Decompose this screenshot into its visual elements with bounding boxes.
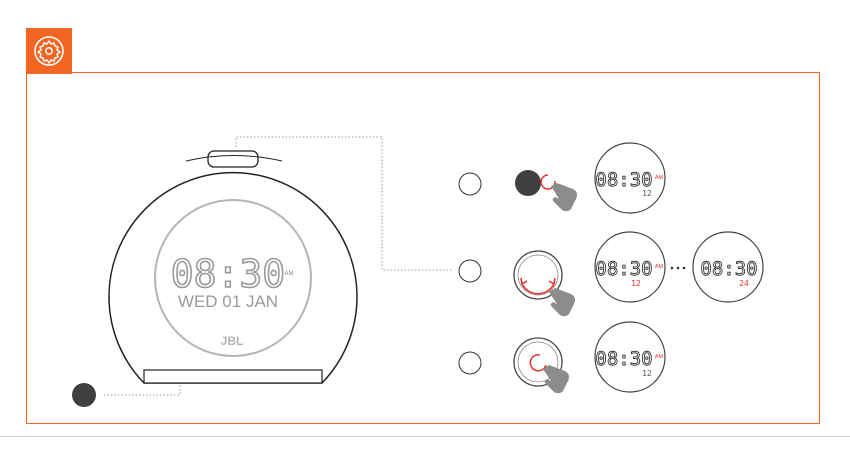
connector-line-bottom (104, 383, 181, 396)
step1-time: 08:30 (595, 169, 652, 191)
step3-format: 12 (642, 369, 652, 378)
display-bubble-step3: 08:30 AM 12 (594, 321, 666, 393)
device-date: WED 01 JAN (178, 292, 278, 311)
display-bubble-step1: 08:30 AM 12 (594, 142, 666, 214)
ellipsis-dots (670, 266, 686, 270)
step-marker-1 (458, 172, 482, 196)
step2-format: 12 (631, 279, 641, 288)
display-bubble-step2: 08:30 AM 12 (594, 231, 666, 303)
press-button-hand-icon (515, 170, 577, 212)
step1-ampm: AM (655, 175, 664, 181)
step2-alt-time: 08:30 (700, 258, 757, 280)
setup-diagram: 08:30 AM WED 01 JAN JBL 08:30 AM 12 08:3… (72, 136, 764, 407)
step1-format: 12 (642, 189, 652, 198)
display-bubble-step2-alt: 08:30 24 (692, 231, 764, 303)
step-marker-3 (458, 351, 482, 375)
step2-time: 08:30 (595, 258, 652, 280)
device-ampm: AM (285, 271, 294, 277)
step3-time: 08:30 (595, 348, 652, 370)
rotate-dial-hand-icon (513, 250, 575, 317)
clock-device: 08:30 AM WED 01 JAN JBL (108, 150, 358, 384)
snooze-button (207, 150, 259, 168)
step3-ampm: AM (655, 354, 664, 360)
device-time: 08:30 (171, 252, 285, 296)
press-dial-hand-icon (513, 337, 569, 394)
step2-alt-format: 24 (739, 279, 749, 288)
device-brand-logo: JBL (221, 334, 244, 348)
clock-base (143, 369, 323, 384)
callout-marker (72, 383, 96, 407)
step2-ampm: AM (655, 264, 664, 270)
step-marker-2 (458, 259, 482, 283)
